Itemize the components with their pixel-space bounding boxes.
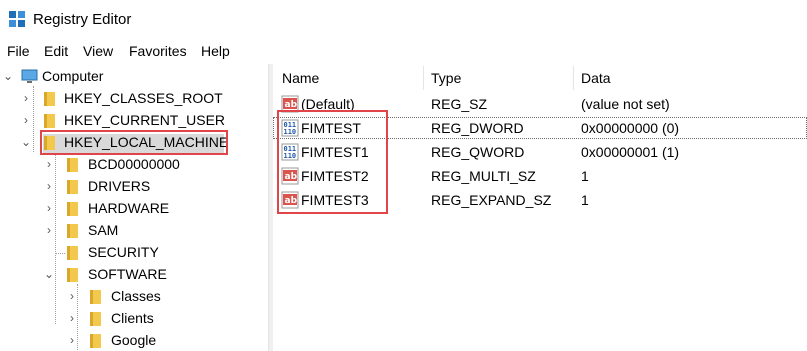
tree-label: Google: [111, 332, 157, 348]
values-list-pane[interactable]: Name Type Data ab (Default) REG_SZ (valu…: [273, 64, 807, 351]
tree-node-drivers[interactable]: › DRIVERS: [0, 176, 268, 198]
menu-favorites[interactable]: Favorites: [129, 43, 187, 59]
chevron-right-icon[interactable]: ›: [66, 289, 78, 303]
menu-bar: File Edit View Favorites Help: [0, 40, 807, 62]
folder-icon: [67, 180, 78, 194]
chevron-right-icon[interactable]: ›: [43, 201, 55, 215]
value-data: 1: [581, 192, 589, 208]
chevron-right-icon[interactable]: ›: [20, 113, 32, 127]
tree-label: BCD00000000: [88, 156, 180, 172]
tree-node-classes[interactable]: › Classes: [0, 286, 268, 308]
tree-node-google[interactable]: › Google: [0, 330, 268, 351]
tree-node-software[interactable]: ⌄ SOFTWARE: [0, 264, 268, 286]
chevron-right-icon[interactable]: ›: [43, 223, 55, 237]
tree-label: DRIVERS: [88, 178, 151, 194]
value-type: REG_EXPAND_SZ: [431, 192, 552, 208]
value-data: 0x00000001 (1): [581, 144, 680, 160]
chevron-down-icon[interactable]: ⌄: [20, 135, 32, 149]
chevron-right-icon[interactable]: ›: [66, 311, 78, 325]
menu-help[interactable]: Help: [201, 43, 230, 59]
annotation-box-hklm: [40, 130, 228, 155]
column-header-data[interactable]: Data: [581, 70, 611, 86]
tree-node-bcd[interactable]: › BCD00000000: [0, 154, 268, 176]
tree-node-hkey-current-user[interactable]: › HKEY_CURRENT_USER: [0, 110, 268, 132]
value-type: REG_MULTI_SZ: [431, 168, 536, 184]
menu-edit[interactable]: Edit: [44, 43, 68, 59]
tree-label: Computer: [42, 68, 104, 84]
tree-label: SAM: [88, 222, 119, 238]
value-type: REG_QWORD: [431, 144, 525, 160]
value-data: 1: [581, 168, 589, 184]
folder-icon: [44, 92, 55, 106]
menu-view[interactable]: View: [83, 43, 113, 59]
folder-icon: [67, 202, 78, 216]
chevron-down-icon[interactable]: ⌄: [2, 69, 14, 83]
column-header-name[interactable]: Name: [282, 70, 319, 86]
folder-icon: [90, 334, 101, 348]
menu-file[interactable]: File: [7, 43, 30, 59]
value-type: REG_SZ: [431, 96, 488, 112]
tree-node-computer[interactable]: ⌄ Computer: [0, 66, 268, 88]
column-divider[interactable]: [423, 66, 424, 90]
svg-text:ab: ab: [285, 100, 298, 110]
tree-node-clients[interactable]: › Clients: [0, 308, 268, 330]
tree-label: Classes: [111, 288, 161, 304]
tree-label: HKEY_CLASSES_ROOT: [64, 90, 223, 106]
title-bar: Registry Editor: [0, 0, 807, 40]
chevron-down-icon[interactable]: ⌄: [43, 267, 55, 281]
chevron-right-icon[interactable]: ›: [43, 179, 55, 193]
chevron-right-icon[interactable]: ›: [20, 91, 32, 105]
folder-icon: [67, 268, 78, 282]
tree-node-hardware[interactable]: › HARDWARE: [0, 198, 268, 220]
computer-icon: [21, 69, 38, 83]
chevron-right-icon[interactable]: ›: [43, 157, 55, 171]
tree-node-sam[interactable]: › SAM: [0, 220, 268, 242]
folder-icon: [90, 312, 101, 326]
column-divider[interactable]: [573, 66, 574, 90]
window-title: Registry Editor: [33, 11, 132, 28]
value-data: (value not set): [581, 96, 670, 112]
value-data: 0x00000000 (0): [581, 120, 680, 136]
chevron-right-icon[interactable]: ›: [66, 333, 78, 347]
folder-icon: [90, 290, 101, 304]
tree-node-security[interactable]: SECURITY: [0, 242, 268, 264]
tree-node-hkey-classes-root[interactable]: › HKEY_CLASSES_ROOT: [0, 88, 268, 110]
folder-icon: [67, 246, 78, 260]
folder-icon: [67, 158, 78, 172]
value-type: REG_DWORD: [431, 120, 524, 136]
folder-icon: [44, 114, 55, 128]
column-header-type[interactable]: Type: [431, 70, 461, 86]
tree-label: SECURITY: [88, 244, 159, 260]
folder-icon: [67, 224, 78, 238]
key-tree-pane[interactable]: ⌄ Computer › HKEY_CLASSES_ROOT › HKEY_CU…: [0, 64, 268, 351]
tree-label: HKEY_CURRENT_USER: [64, 112, 226, 128]
tree-label: Clients: [111, 310, 154, 326]
registry-editor-icon: [9, 11, 25, 27]
annotation-box-fimtest-values: [277, 110, 388, 214]
tree-label: HARDWARE: [88, 200, 170, 216]
tree-label: SOFTWARE: [88, 266, 167, 282]
